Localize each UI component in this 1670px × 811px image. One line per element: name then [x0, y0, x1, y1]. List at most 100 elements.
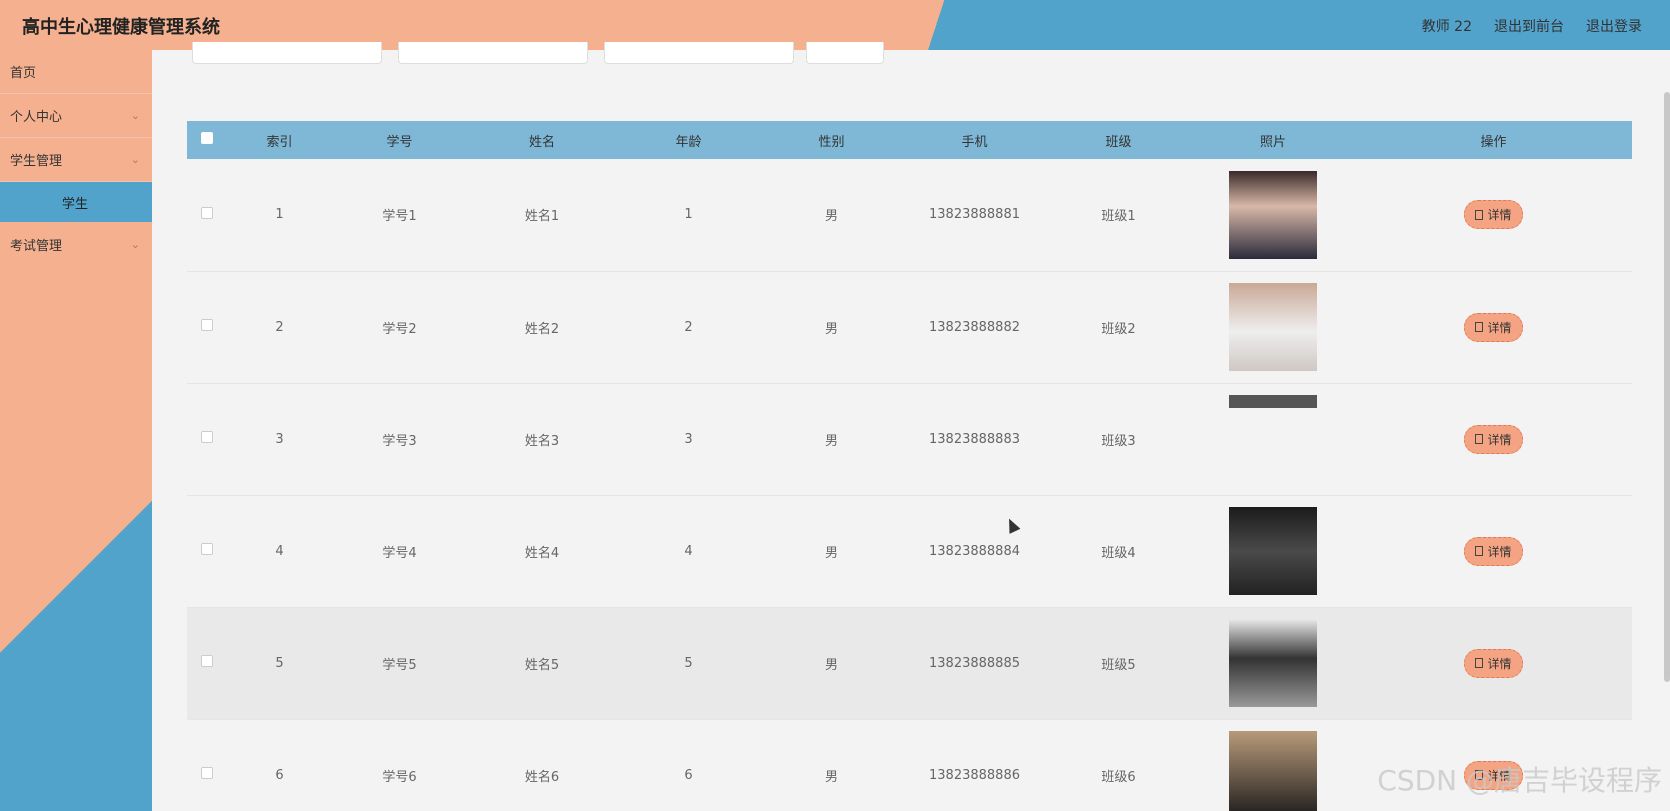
- cell-age: 1: [684, 207, 693, 223]
- cell-gender: 男: [824, 545, 838, 561]
- detail-button[interactable]: 详情: [1464, 312, 1523, 342]
- cell-name: 姓名5: [524, 657, 560, 673]
- row-checkbox[interactable]: [201, 767, 213, 779]
- cell-age: 2: [684, 319, 693, 335]
- col-phone: 手机: [961, 134, 988, 150]
- cell-student-id: 学号4: [382, 545, 417, 561]
- cell-index: 1: [275, 207, 284, 223]
- student-photo: [1229, 170, 1317, 259]
- detail-button-label: 详情: [1487, 432, 1512, 447]
- table-row: 1 学号1 姓名1 1 男 13823888881 班级1 详情: [187, 159, 1632, 271]
- detail-button-label: 详情: [1487, 320, 1512, 335]
- document-icon: [1475, 322, 1484, 332]
- cell-class: 班级5: [1101, 657, 1136, 673]
- cell-phone: 13823888883: [929, 431, 1020, 447]
- sidebar-item-personal[interactable]: 个人中心 ⌄: [0, 94, 152, 138]
- cell-index: 5: [275, 655, 284, 671]
- student-photo: [1229, 731, 1317, 811]
- document-icon: [1475, 658, 1484, 668]
- chevron-down-icon: ⌄: [130, 153, 140, 166]
- search-button[interactable]: [806, 42, 884, 64]
- document-icon: [1475, 434, 1484, 444]
- sidebar: 首页 个人中心 ⌄ 学生管理 ⌄ 学生 考试管理 ⌄: [0, 50, 152, 811]
- sidebar-item-label: 考试管理: [10, 238, 63, 254]
- cell-index: 6: [275, 767, 284, 783]
- col-actions: 操作: [1480, 134, 1507, 150]
- col-student-id: 学号: [386, 134, 413, 150]
- cell-gender: 男: [824, 321, 838, 337]
- cell-index: 2: [275, 319, 284, 335]
- cell-class: 班级6: [1101, 769, 1136, 785]
- cell-age: 5: [684, 655, 693, 671]
- cell-age: 3: [684, 431, 693, 447]
- sidebar-item-home[interactable]: 首页: [0, 50, 152, 94]
- cell-gender: 男: [824, 209, 838, 225]
- cell-name: 姓名6: [524, 769, 560, 785]
- cell-phone: 13823888881: [929, 207, 1020, 223]
- detail-button[interactable]: 详情: [1464, 536, 1523, 566]
- sidebar-item-label: 首页: [10, 66, 37, 81]
- chevron-down-icon: ⌄: [130, 109, 140, 122]
- row-checkbox[interactable]: [201, 431, 213, 443]
- detail-button[interactable]: 详情: [1464, 200, 1523, 230]
- row-checkbox[interactable]: [201, 206, 213, 219]
- student-photo: [1229, 619, 1317, 707]
- col-gender: 性别: [818, 134, 845, 150]
- sidebar-item-label: 学生: [61, 196, 88, 212]
- col-name: 姓名: [528, 134, 555, 150]
- row-checkbox[interactable]: [201, 655, 213, 667]
- exit-front-link[interactable]: 退出到前台: [1494, 16, 1564, 36]
- logout-link[interactable]: 退出登录: [1586, 16, 1642, 36]
- sidebar-item-exam-mgmt[interactable]: 考试管理 ⌄: [0, 222, 152, 266]
- cell-index: 4: [275, 543, 284, 559]
- select-all-checkbox[interactable]: [201, 132, 213, 144]
- watermark: CSDN @唐吉毕设程序: [1377, 764, 1662, 797]
- cell-age: 6: [684, 767, 693, 783]
- cell-index: 3: [275, 431, 284, 447]
- scrollbar[interactable]: [1664, 92, 1670, 682]
- chevron-down-icon: ⌄: [130, 237, 140, 251]
- cell-name: 姓名2: [524, 321, 560, 337]
- cell-gender: 男: [824, 657, 838, 673]
- cell-age: 4: [684, 543, 693, 559]
- sidebar-subitem-student[interactable]: 学生: [0, 182, 152, 222]
- student-photo: [1229, 395, 1317, 483]
- table-row: 2 学号2 姓名2 2 男 13823888882 班级2 详情: [187, 271, 1632, 383]
- table-row: 4 学号4 姓名4 4 男 13823888884 班级4 详情: [187, 495, 1632, 607]
- detail-button-label: 详情: [1487, 208, 1512, 223]
- cell-class: 班级1: [1101, 209, 1136, 225]
- detail-button-label: 详情: [1487, 544, 1512, 559]
- document-icon: [1475, 546, 1484, 556]
- app-title: 高中生心理健康管理系统: [22, 17, 220, 38]
- user-name[interactable]: 教师 22: [1422, 16, 1472, 36]
- col-photo: 照片: [1259, 134, 1286, 150]
- col-class: 班级: [1105, 134, 1132, 150]
- sidebar-item-student-mgmt[interactable]: 学生管理 ⌄: [0, 138, 152, 182]
- cell-phone: 13823888885: [929, 655, 1020, 671]
- table-row: 5 学号5 姓名5 5 男 13823888885 班级5 详情: [187, 607, 1632, 719]
- cell-class: 班级2: [1101, 321, 1136, 337]
- cell-name: 姓名4: [524, 545, 560, 561]
- cell-name: 姓名1: [524, 209, 560, 225]
- cell-gender: 男: [824, 433, 838, 449]
- detail-button-label: 详情: [1487, 656, 1512, 671]
- col-index: 索引: [266, 134, 293, 150]
- detail-button[interactable]: 详情: [1464, 648, 1523, 678]
- search-input-name[interactable]: [398, 42, 588, 64]
- table-header-row: 索引 学号 姓名 年龄 性别 手机 班级 照片 操作: [187, 121, 1632, 159]
- sidebar-item-label: 学生管理: [10, 154, 63, 169]
- cell-class: 班级4: [1101, 545, 1136, 561]
- student-table: 索引 学号 姓名 年龄 性别 手机 班级 照片 操作 1 学号1 姓名1 1 男 1382…: [187, 121, 1632, 811]
- search-bar: [188, 42, 884, 64]
- detail-button[interactable]: 详情: [1464, 424, 1523, 454]
- row-checkbox[interactable]: [201, 319, 213, 331]
- cell-student-id: 学号2: [382, 321, 417, 337]
- col-age: 年龄: [675, 134, 702, 150]
- row-checkbox[interactable]: [201, 543, 213, 555]
- cell-gender: 男: [824, 769, 838, 785]
- search-input-id[interactable]: [192, 42, 382, 64]
- cell-class: 班级3: [1101, 433, 1136, 449]
- cell-student-id: 学号6: [382, 769, 417, 785]
- student-photo: [1229, 283, 1317, 371]
- search-input-class[interactable]: [604, 42, 794, 64]
